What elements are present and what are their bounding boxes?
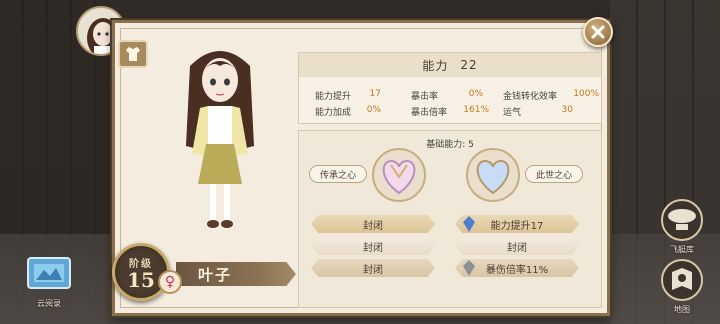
close-icon <box>591 25 605 39</box>
stat-label: 暴击率 <box>411 92 439 102</box>
stat-crit-multiplier: 暴击倍率 161% <box>411 105 489 118</box>
this-world-heart-tag: 此世之心 <box>525 165 584 183</box>
stat-crit-rate: 暴击率 0% <box>411 89 483 102</box>
stat-value: 17 <box>369 89 381 99</box>
stats-total: 22 <box>460 58 478 72</box>
shirt-icon <box>126 47 140 61</box>
slot-label: 暴伤倍率11% <box>485 264 549 276</box>
close-button[interactable] <box>583 17 613 47</box>
inheritance-heart-label: 传承之心 <box>320 170 357 181</box>
stat-value: 100% <box>573 89 599 99</box>
this-world-heart-slot[interactable] <box>463 145 523 205</box>
slot-label: 封闭 <box>363 220 383 232</box>
female-icon: ♀ <box>164 274 176 290</box>
stat-value: 30 <box>561 105 573 115</box>
stat-value: 161% <box>463 105 489 115</box>
ability-box: 基础能力: 5 传承之心 此世之心 封闭 封闭 封闭 能力提升17 封闭 暴伤倍… <box>298 130 602 308</box>
stat-value: 0% <box>468 89 483 99</box>
map-button[interactable]: 地图 <box>660 258 704 315</box>
inheritance-slot-2[interactable]: 封闭 <box>311 237 435 255</box>
inheritance-heart-slot[interactable] <box>369 145 429 205</box>
stat-ability-bonus: 能力加成 0% <box>315 105 381 118</box>
gender-badge: ♀ <box>158 270 182 294</box>
this-world-heart-label: 此世之心 <box>536 170 573 181</box>
map-label: 地图 <box>674 305 690 314</box>
slot-label: 封闭 <box>363 242 383 254</box>
this-world-slot-2[interactable]: 封闭 <box>455 237 579 255</box>
stats-header: 能力 22 <box>299 53 601 77</box>
gray-crystal-icon <box>463 260 475 276</box>
stat-label: 能力加成 <box>315 108 352 118</box>
stats-box: 能力 22 能力提升 17 暴击率 0% 金钱转化效率 100% 能力加成 0%… <box>298 52 602 124</box>
stat-ability-boost: 能力提升 17 <box>315 89 381 102</box>
stats-title: 能力 <box>422 58 449 73</box>
compass-map-icon <box>661 259 703 301</box>
inheritance-slot-1[interactable]: 封闭 <box>311 215 435 233</box>
stat-label: 金钱转化效率 <box>503 92 558 102</box>
stat-money-conversion: 金钱转化效率 100% <box>503 89 599 102</box>
airship-icon <box>661 199 703 241</box>
stat-label: 暴击倍率 <box>411 108 448 118</box>
character-name: 叶子 <box>198 265 233 284</box>
stat-label: 运气 <box>503 108 522 118</box>
rank-value: 15 <box>127 267 155 292</box>
airship-hangar-button[interactable]: 飞艇库 <box>660 198 704 255</box>
stat-value: 0% <box>366 105 381 115</box>
cloud-reading-record-button[interactable]: 云阅录 <box>24 252 74 309</box>
character-portrait <box>150 36 290 246</box>
stat-label: 能力提升 <box>315 92 352 102</box>
inheritance-heart-tag: 传承之心 <box>309 165 368 183</box>
inheritance-slot-3[interactable]: 封闭 <box>311 259 435 277</box>
stat-luck: 运气 30 <box>503 105 573 118</box>
blue-crystal-icon <box>463 216 475 232</box>
slot-label: 能力提升17 <box>490 220 544 232</box>
slot-label: 封闭 <box>507 242 527 254</box>
outfit-button[interactable] <box>118 40 148 68</box>
airship-hangar-label: 飞艇库 <box>670 245 694 254</box>
cloud-reading-record-label: 云阅录 <box>37 299 61 308</box>
slot-label: 封闭 <box>363 264 383 276</box>
map-scroll-icon <box>27 257 71 289</box>
character-name-banner: 叶子 <box>176 262 296 286</box>
basic-ability-label: 基础能力: 5 <box>426 140 474 150</box>
